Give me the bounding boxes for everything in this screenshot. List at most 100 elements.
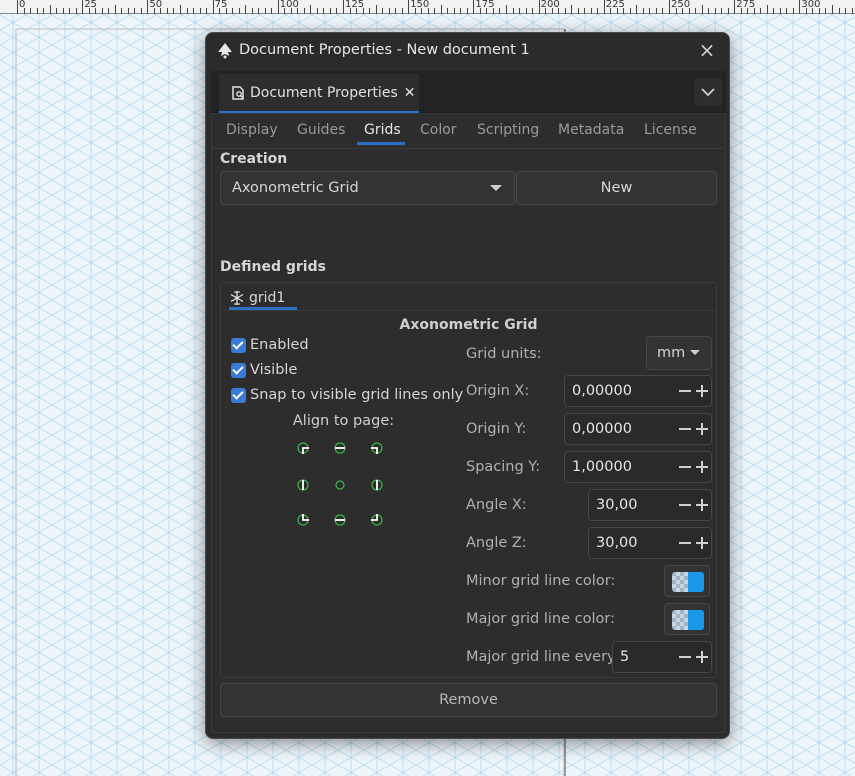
ruler-minor-tick (173, 8, 175, 14)
decrement-icon[interactable] (679, 466, 691, 468)
angle-z-value: 30,00 (596, 535, 638, 551)
enabled-label: Enabled (250, 337, 309, 353)
tab-guides[interactable]: Guides (297, 122, 345, 138)
checkbox-checked-icon (231, 337, 246, 353)
creation-heading: Creation (220, 151, 288, 167)
properties-panel: Display Guides Grids Color Scripting Met… (211, 113, 726, 733)
minor-color-button[interactable] (664, 565, 710, 597)
ruler-minor-tick (43, 8, 45, 14)
ruler-major-tick (82, 0, 84, 14)
grid-units-dropdown[interactable]: mm (646, 336, 712, 370)
grid-units-value: mm (657, 345, 686, 361)
ruler-minor-tick (297, 8, 299, 14)
angle-x-spinbox[interactable]: 30,00 (588, 489, 712, 521)
ruler-minor-tick (375, 5, 377, 14)
major-color-label: Major grid line color: (466, 611, 615, 627)
ruler-minor-tick (492, 8, 494, 14)
major-color-button[interactable] (664, 603, 710, 635)
title-bar[interactable]: Document Properties - New document 1 × (206, 33, 729, 69)
document-properties-icon (232, 85, 244, 100)
ruler-minor-tick (219, 8, 221, 14)
ruler-major-tick (799, 0, 801, 14)
spacing-y-spinbox[interactable]: 1,00000 (564, 451, 712, 483)
major-every-spinbox[interactable]: 5 (612, 641, 712, 673)
tab-color[interactable]: Color (420, 122, 457, 138)
decrement-icon[interactable] (679, 504, 691, 506)
document-properties-dialog: Document Properties - New document 1 × D… (205, 32, 730, 739)
new-grid-button[interactable]: New (516, 171, 717, 205)
tab-display[interactable]: Display (226, 122, 278, 138)
ruler-minor-tick (845, 8, 847, 14)
ruler-minor-tick (636, 5, 638, 14)
ruler-minor-tick (395, 8, 397, 14)
spacing-y-label: Spacing Y: (466, 459, 541, 475)
tab-scripting[interactable]: Scripting (477, 122, 539, 138)
ruler-minor-tick (180, 5, 181, 14)
increment-icon-stem (701, 651, 703, 663)
ruler-minor-tick (30, 8, 32, 14)
align-to-page-selector[interactable] (293, 438, 383, 528)
snap-checkbox[interactable]: Snap to visible grid lines only (231, 387, 463, 403)
align-center[interactable] (335, 480, 345, 490)
angle-z-spinbox[interactable]: 30,00 (588, 527, 712, 559)
ruler-minor-tick (812, 8, 814, 14)
ruler-minor-tick (832, 5, 833, 14)
major-every-value: 5 (620, 649, 630, 665)
ruler-major-tick (734, 0, 736, 14)
dock-tab-document-properties[interactable]: Document Properties ✕ (219, 74, 419, 113)
ruler-minor-tick (727, 8, 729, 14)
ruler-minor-tick (245, 5, 247, 14)
axonometric-grid-heading: Axonometric Grid (399, 317, 538, 333)
ruler-minor-tick (773, 8, 775, 14)
ruler-minor-tick (101, 8, 103, 14)
ruler-minor-tick (166, 8, 168, 14)
ruler-minor-tick (316, 8, 318, 14)
minor-color-label: Minor grid line color: (466, 573, 616, 589)
ruler-minor-tick (786, 8, 788, 14)
ruler-minor-tick (655, 8, 657, 14)
grid-units-label: Grid units: (466, 346, 542, 362)
origin-x-spinbox[interactable]: 0,00000 (564, 375, 712, 407)
ruler-minor-tick (114, 5, 116, 14)
ruler-minor-tick (610, 8, 612, 14)
ruler-minor-tick (427, 8, 429, 14)
decrement-icon[interactable] (679, 656, 691, 658)
origin-x-value: 0,00000 (572, 383, 632, 399)
ruler-minor-tick (701, 5, 703, 14)
ruler-major-tick (473, 0, 475, 14)
close-button[interactable]: × (697, 40, 717, 61)
ruler-minor-tick (838, 8, 840, 14)
ruler-minor-tick (193, 8, 195, 14)
ruler-minor-tick (75, 8, 77, 14)
enabled-checkbox[interactable]: Enabled (231, 337, 309, 353)
dropdown-arrow-icon (490, 185, 502, 191)
ruler-minor-tick (323, 8, 325, 14)
window-title: Document Properties - New document 1 (239, 42, 530, 58)
tab-grids[interactable]: Grids (364, 122, 401, 138)
ruler-label: 150 (410, 0, 430, 10)
ruler-minor-tick (558, 8, 560, 14)
ruler-major-tick (669, 0, 670, 14)
ruler-minor-tick (56, 8, 58, 14)
ruler-minor-tick (290, 8, 292, 14)
horizontal-ruler[interactable]: 0 25 50 75 100 125 150 175 200 225 250 275 300 (0, 0, 855, 14)
ruler-major-tick (17, 0, 18, 14)
ruler-minor-tick (695, 8, 697, 14)
ruler-minor-tick (414, 8, 416, 14)
grid-type-dropdown[interactable]: Axonometric Grid (220, 171, 515, 205)
decrement-icon[interactable] (679, 428, 691, 430)
tab-license[interactable]: License (644, 122, 697, 138)
remove-grid-button[interactable]: Remove (220, 683, 717, 717)
decrement-icon[interactable] (679, 542, 691, 544)
decrement-icon[interactable] (679, 390, 691, 392)
ruler-minor-tick (818, 8, 820, 14)
dock-tab-close-button[interactable]: ✕ (404, 85, 416, 101)
origin-y-spinbox[interactable]: 0,00000 (564, 413, 712, 445)
ruler-minor-tick (310, 5, 312, 14)
ruler-minor-tick (460, 8, 462, 14)
ruler-major-tick (538, 0, 540, 14)
visible-checkbox[interactable]: Visible (231, 362, 297, 378)
ruler-major-tick (343, 0, 344, 14)
dock-menu-button[interactable] (694, 78, 722, 106)
tab-metadata[interactable]: Metadata (558, 122, 624, 138)
